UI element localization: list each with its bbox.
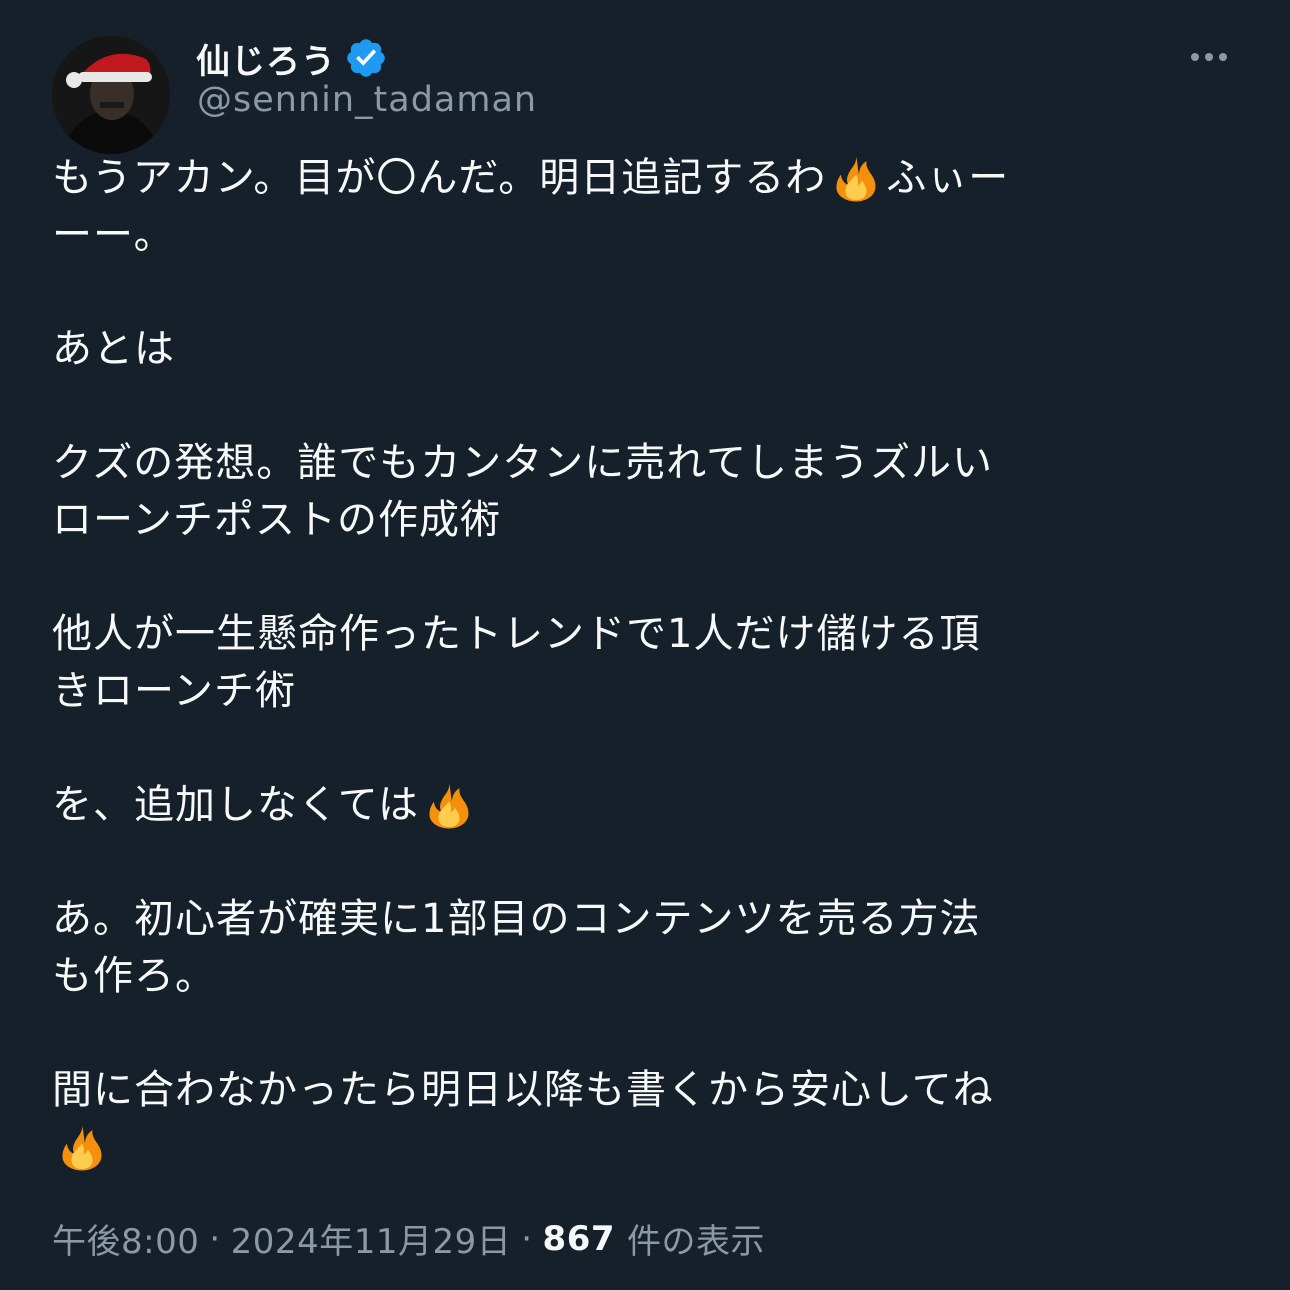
- post-line-text: あ。初心者が確実に1部目のコンテンツを売る方法: [52, 896, 981, 942]
- views-count[interactable]: 867: [543, 1219, 615, 1259]
- post-line: [52, 1119, 1242, 1176]
- post-line: きローンチ術: [52, 663, 1242, 720]
- post-line-text: も作ろ。: [52, 953, 216, 999]
- post-line-text: 間に合わなかったら明日以降も書くから安心してね: [52, 1067, 994, 1113]
- post-line-text: クズの発想。誰でもカンタンに売れてしまうズルい: [52, 440, 993, 486]
- post-line: ローンチポストの作成術: [52, 492, 1242, 549]
- post-line-text: を、追加しなくては: [52, 782, 419, 828]
- post-line-text: 他人が一生懸命作ったトレンドで1人だけ儲ける頂: [52, 611, 981, 657]
- post-line-text: もうアカン。目が〇んだ。明日追記するわ: [52, 155, 827, 201]
- post-line: 他人が一生懸命作ったトレンドで1人だけ儲ける頂: [52, 606, 1242, 663]
- post-line: を、追加しなくては: [52, 777, 1242, 834]
- post-time[interactable]: 午後8:00: [52, 1214, 199, 1263]
- avatar-image: [52, 36, 170, 154]
- post-line: クズの発想。誰でもカンタンに売れてしまうズルい: [52, 435, 1242, 492]
- meta-separator: ·: [521, 1218, 533, 1259]
- author-name-row[interactable]: 仙じろう: [196, 38, 388, 82]
- post-line: 間に合わなかったら明日以降も書くから安心してね: [52, 1062, 1242, 1119]
- fire-emoji-icon: [419, 782, 479, 830]
- post-line-text: あとは: [52, 326, 175, 372]
- display-name[interactable]: 仙じろう: [196, 34, 336, 83]
- post-meta: 午後8:00 · 2024年11月29日 · 867 件の表示: [52, 1214, 765, 1263]
- post-line: もうアカン。目が〇んだ。明日追記するわ ふぃー: [52, 150, 1242, 207]
- views-label: 件の表示: [627, 1222, 766, 1262]
- post-line: あ。初心者が確実に1部目のコンテンツを売る方法: [52, 891, 1242, 948]
- verified-badge-icon: [347, 39, 385, 77]
- fire-emoji-icon: [826, 155, 886, 203]
- post-line: ーー。: [52, 207, 1242, 264]
- post-line: あとは: [52, 321, 1242, 378]
- post-line-text: ーー。: [52, 212, 175, 258]
- post-line-tail: ふぃー: [886, 155, 1010, 201]
- tweet-detail: 仙じろう @sennin_tadaman もうアカン。目が〇んだ。明日追記するわ…: [0, 0, 1290, 1290]
- author-handle[interactable]: @sennin_tadaman: [197, 80, 537, 120]
- fire-emoji-icon: [52, 1124, 112, 1172]
- avatar[interactable]: [52, 36, 170, 154]
- post-date[interactable]: 2024年11月29日: [231, 1214, 512, 1263]
- post-line: も作ろ。: [52, 948, 1242, 1005]
- post-text: もうアカン。目が〇んだ。明日追記するわ ふぃーーー。あとはクズの発想。誰でもカンタ…: [52, 150, 1242, 1176]
- post-line-text: ローンチポストの作成術: [52, 497, 501, 543]
- post-line-text: きローンチ術: [52, 668, 296, 714]
- more-options-icon[interactable]: [1180, 38, 1238, 76]
- meta-separator: ·: [209, 1218, 221, 1259]
